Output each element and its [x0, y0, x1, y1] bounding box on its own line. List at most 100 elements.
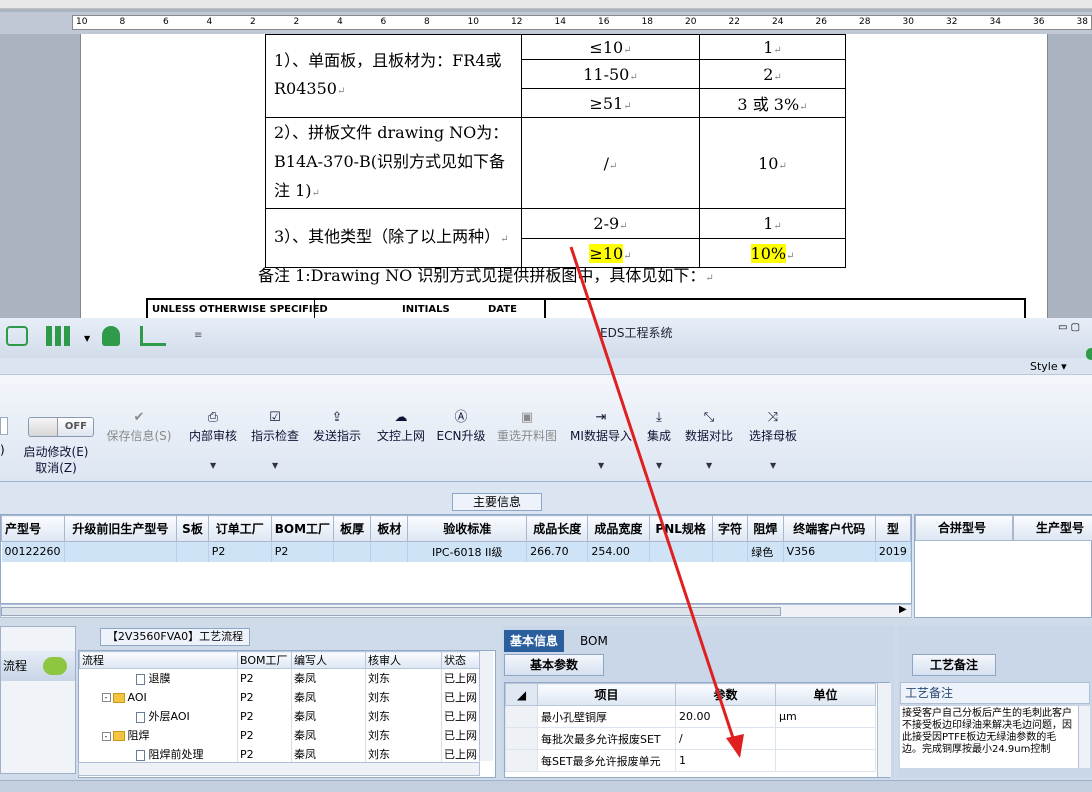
chat-bubble-icon[interactable]	[43, 657, 67, 675]
col-header[interactable]: 流程	[79, 651, 238, 669]
col-header[interactable]: 状态	[441, 651, 480, 669]
list-item[interactable]: - 阻焊 P2 秦凤 刘东 已上网	[79, 725, 480, 745]
table-cell[interactable]: P2	[208, 541, 272, 562]
col-header[interactable]: 升级前旧生产型号	[63, 515, 178, 542]
window-controls[interactable]: ▭ ▢	[1058, 322, 1080, 333]
col-header[interactable]: 板材	[370, 515, 409, 542]
internal-review-button[interactable]: ⎙ 内部审核	[178, 409, 248, 444]
col-header[interactable]: 生产型号	[1013, 515, 1092, 541]
col-header[interactable]: 参数	[675, 683, 776, 706]
reselect-cutting-button[interactable]: ▣ 重选开料图	[492, 409, 562, 444]
col-header[interactable]: 成品宽度	[587, 515, 650, 542]
chevron-down-icon[interactable]: ▼	[656, 461, 662, 470]
col-header[interactable]: 订单工厂	[207, 515, 272, 542]
table-row[interactable]: 每SET最多允许报废单元 1	[505, 749, 876, 772]
table-row[interactable]: 最小孔壁铜厚 20.00 μm	[505, 705, 876, 728]
col-header[interactable]: 编写人	[291, 651, 366, 669]
table-row[interactable]: 00122260 P2 P2 IPC-6018 II级 266.70 254.0…	[1, 541, 912, 562]
copy-icon[interactable]	[6, 326, 28, 346]
table-cell[interactable]	[712, 541, 749, 562]
scroll-right-icon[interactable]: ▶	[899, 604, 907, 615]
col-header[interactable]: 验收标准	[407, 515, 528, 542]
param-value[interactable]: 20.00	[675, 705, 776, 728]
tab-basic-info[interactable]: 基本信息	[504, 630, 565, 652]
ruler-tick: 2	[293, 17, 300, 27]
instruction-check-button[interactable]: ☑ 指示检查	[240, 409, 310, 444]
collapse-icon[interactable]: -	[101, 693, 111, 702]
send-instruction-button[interactable]: ⇪ 发送指示	[302, 409, 372, 444]
table-cell[interactable]: P2	[271, 541, 335, 562]
table-cell[interactable]	[333, 541, 372, 562]
remarks-scrollbar[interactable]	[1078, 706, 1090, 768]
chart-icon[interactable]	[140, 326, 166, 346]
select-motherboard-button[interactable]: ⤨ 选择母板	[738, 409, 808, 444]
save-info-button[interactable]: ✔ 保存信息(S)	[104, 409, 174, 444]
data-compare-button[interactable]: ⤡ 数据对比	[674, 409, 744, 444]
user-icon[interactable]	[102, 326, 120, 346]
ruler-tick: 2	[250, 17, 256, 27]
table-cell[interactable]	[64, 541, 178, 562]
col-header[interactable]: BOM工厂	[270, 515, 335, 542]
table-cell[interactable]: 254.00	[587, 541, 650, 562]
params-vertical-scrollbar[interactable]	[877, 683, 891, 777]
chevron-down-icon[interactable]: ▼	[598, 461, 604, 470]
tab-bom[interactable]: BOM	[574, 630, 614, 652]
col-header[interactable]: 项目	[537, 683, 676, 706]
col-header[interactable]: S板	[176, 515, 209, 542]
table-cell[interactable]: V356	[783, 541, 876, 562]
chevron-down-icon[interactable]: ▼	[770, 461, 776, 470]
table-cell[interactable]: 2019	[875, 541, 912, 562]
chevron-down-icon[interactable]: ▼	[210, 461, 216, 470]
table-cell[interactable]: 266.70	[526, 541, 589, 562]
param-value[interactable]: 1	[675, 749, 776, 772]
list-item[interactable]: 退膜 P2 秦凤 刘东 已上网	[79, 668, 480, 688]
param-value[interactable]: /	[675, 727, 776, 750]
tab-process-remarks[interactable]: 工艺备注	[912, 654, 996, 676]
table-cell[interactable]	[649, 541, 713, 562]
chevron-down-icon[interactable]: ▼	[706, 461, 712, 470]
ribbon-input[interactable]	[0, 417, 8, 435]
tab-basic-params[interactable]: 基本参数	[504, 654, 604, 676]
col-header[interactable]: BOM工厂	[237, 651, 292, 669]
col-header[interactable]: 阻焊	[747, 515, 784, 542]
remarks-textarea[interactable]: 接受客户自己分板后产生的毛刺此客户不接受板边印绿油来解决毛边问题，因此接受因PT…	[900, 706, 1078, 768]
grid-icon[interactable]	[46, 326, 70, 346]
col-header[interactable]: 合拼型号	[915, 515, 1013, 541]
collapse-icon[interactable]: -	[101, 731, 111, 741]
folder-icon	[112, 692, 125, 703]
table-cell[interactable]: IPC-6018 II级	[407, 541, 528, 562]
grid-horizontal-scrollbar[interactable]: ▶	[0, 604, 912, 618]
col-header[interactable]: 字符	[711, 515, 749, 542]
ecn-upgrade-button[interactable]: Ⓐ ECN升级	[426, 409, 496, 444]
chevron-down-icon[interactable]: ▼	[84, 334, 90, 343]
table-cell[interactable]: 绿色	[747, 541, 784, 562]
col-header[interactable]: 产型号	[1, 515, 65, 542]
chevron-down-icon[interactable]: ▼	[272, 461, 278, 470]
col-header[interactable]: 单位	[775, 683, 876, 706]
col-header[interactable]: 成品长度	[526, 515, 589, 542]
cancel-edit-button[interactable]: 取消(Z)	[16, 459, 96, 476]
style-menu[interactable]: Style ▾	[1030, 360, 1067, 373]
table-row[interactable]: 每批次最多允许报废SET /	[505, 727, 876, 750]
horizontal-ruler[interactable]: 10 8 6 4 2 2 4 6 8 10 12 14 16 18 20 22 24 26 28 30 32 34 36 38	[0, 12, 1092, 34]
customize-icon[interactable]: ≡	[194, 330, 202, 341]
edit-toggle-switch[interactable]: OFF	[28, 417, 94, 437]
table-cell[interactable]: 00122260	[1, 541, 65, 562]
scroll-thumb[interactable]	[1, 607, 781, 616]
list-item[interactable]: 阻焊前处理 P2 秦凤 刘东 已上网	[79, 744, 480, 764]
col-header[interactable]: 板厚	[333, 515, 372, 542]
col-header[interactable]: 型	[874, 515, 912, 542]
col-header[interactable]: 核审人	[365, 651, 442, 669]
table-cell[interactable]	[176, 541, 209, 562]
col-header[interactable]: 终端客户代码	[782, 515, 876, 542]
flow-vertical-scrollbar[interactable]	[479, 651, 493, 761]
start-edit-button[interactable]: 启动修改(E)	[16, 443, 96, 460]
list-item[interactable]: 外层AOI P2 秦凤 刘东 已上网	[79, 706, 480, 726]
flow-horizontal-scrollbar[interactable]	[78, 762, 480, 776]
status-bar	[0, 780, 1092, 792]
table-cell[interactable]	[370, 541, 409, 562]
list-item[interactable]: - AOI P2 秦凤 刘东 已上网	[79, 687, 480, 707]
info-panel: 基本信息 BOM 基本参数 ◢ 项目 参数 单位 最小孔壁铜厚 20.00 μm	[502, 626, 894, 778]
upload-icon: ⇪	[331, 410, 343, 425]
col-header[interactable]: PNL规格	[648, 515, 713, 542]
